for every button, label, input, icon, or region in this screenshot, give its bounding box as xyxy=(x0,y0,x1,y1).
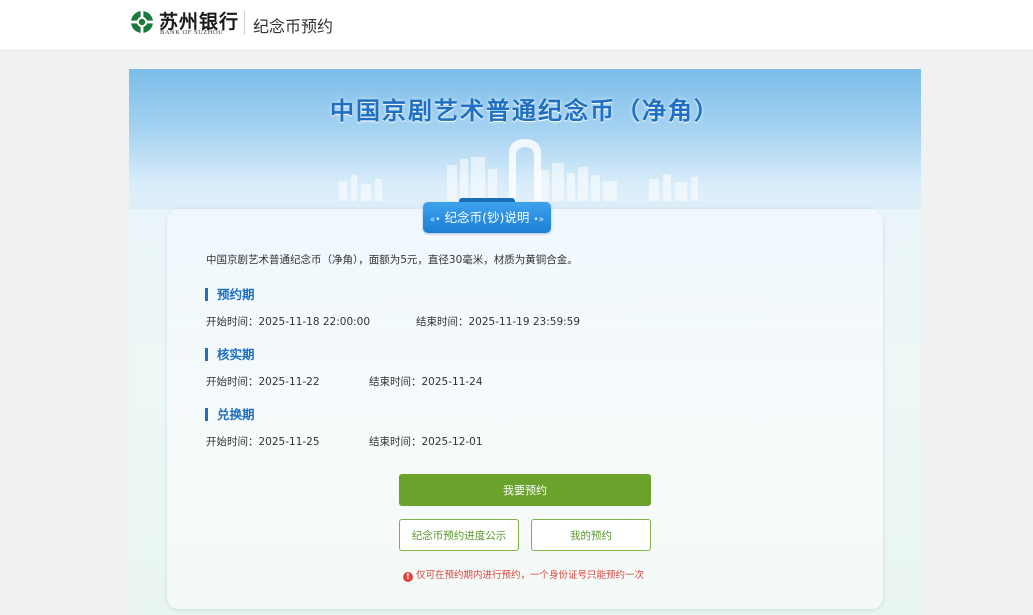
period-title-reservation: 预约期 xyxy=(205,288,255,301)
end-value: 2025-11-19 23:59:59 xyxy=(468,316,581,328)
verification-end: 结束时间：2025-11-24 xyxy=(369,374,483,389)
exchange-end: 结束时间：2025-12-01 xyxy=(369,434,483,449)
start-value: 2025-11-25 xyxy=(258,436,320,448)
start-label: 开始时间： xyxy=(206,436,259,448)
page-title: 纪念币预约 xyxy=(253,17,334,36)
reservation-start: 开始时间：2025-11-18 22:00:00 xyxy=(206,314,370,329)
section-badge: «• 纪念币(钞)说明 •» xyxy=(423,202,551,233)
reserve-button[interactable]: 我要预约 xyxy=(399,474,651,506)
reservation-end: 结束时间：2025-11-19 23:59:59 xyxy=(416,314,580,329)
header-divider xyxy=(244,11,245,35)
bank-name-en: BANK OF SUZHOU xyxy=(160,29,224,36)
info-panel xyxy=(167,209,883,609)
warning-icon: ! xyxy=(403,572,413,582)
top-bar: 苏州银行 BANK OF SUZHOU 纪念币预约 xyxy=(0,0,1033,51)
period-title-exchange: 兑换期 xyxy=(205,408,255,421)
exchange-start: 开始时间：2025-11-25 xyxy=(206,434,320,449)
badge-right-deco-icon: •» xyxy=(533,215,545,225)
coin-title: 中国京剧艺术普通纪念币（净角） xyxy=(330,96,720,125)
my-reservation-button[interactable]: 我的预约 xyxy=(531,519,651,551)
bank-logo-icon xyxy=(131,11,153,33)
reservation-notice: ! 仅可在预约期内进行预约，一个身份证号只能预约一次 xyxy=(403,567,644,582)
end-value: 2025-12-01 xyxy=(421,436,483,448)
notice-text: 仅可在预约期内进行预约，一个身份证号只能预约一次 xyxy=(416,570,645,581)
period-title-verification: 核实期 xyxy=(205,348,255,361)
start-label: 开始时间： xyxy=(206,376,259,388)
start-label: 开始时间： xyxy=(206,316,259,328)
coin-description: 中国京剧艺术普通纪念币（净角），面额为5元，直径30毫米，材质为黄铜合金。 xyxy=(206,254,578,266)
start-value: 2025-11-18 22:00:00 xyxy=(258,316,371,328)
coin-card: 中国京剧艺术普通纪念币（净角） «• 纪念币(钞)说明 •» 中国京剧艺术普通纪… xyxy=(129,69,921,615)
badge-left-deco-icon: «• xyxy=(429,215,441,225)
end-label: 结束时间： xyxy=(369,376,422,388)
section-badge-label: 纪念币(钞)说明 xyxy=(444,210,530,225)
end-label: 结束时间： xyxy=(416,316,469,328)
end-label: 结束时间： xyxy=(369,436,422,448)
verification-start: 开始时间：2025-11-22 xyxy=(206,374,320,389)
progress-public-button[interactable]: 纪念币预约进度公示 xyxy=(399,519,519,551)
skyline-illustration xyxy=(129,139,921,209)
banner: 中国京剧艺术普通纪念币（净角） xyxy=(129,69,921,209)
end-value: 2025-11-24 xyxy=(421,376,483,388)
start-value: 2025-11-22 xyxy=(258,376,320,388)
